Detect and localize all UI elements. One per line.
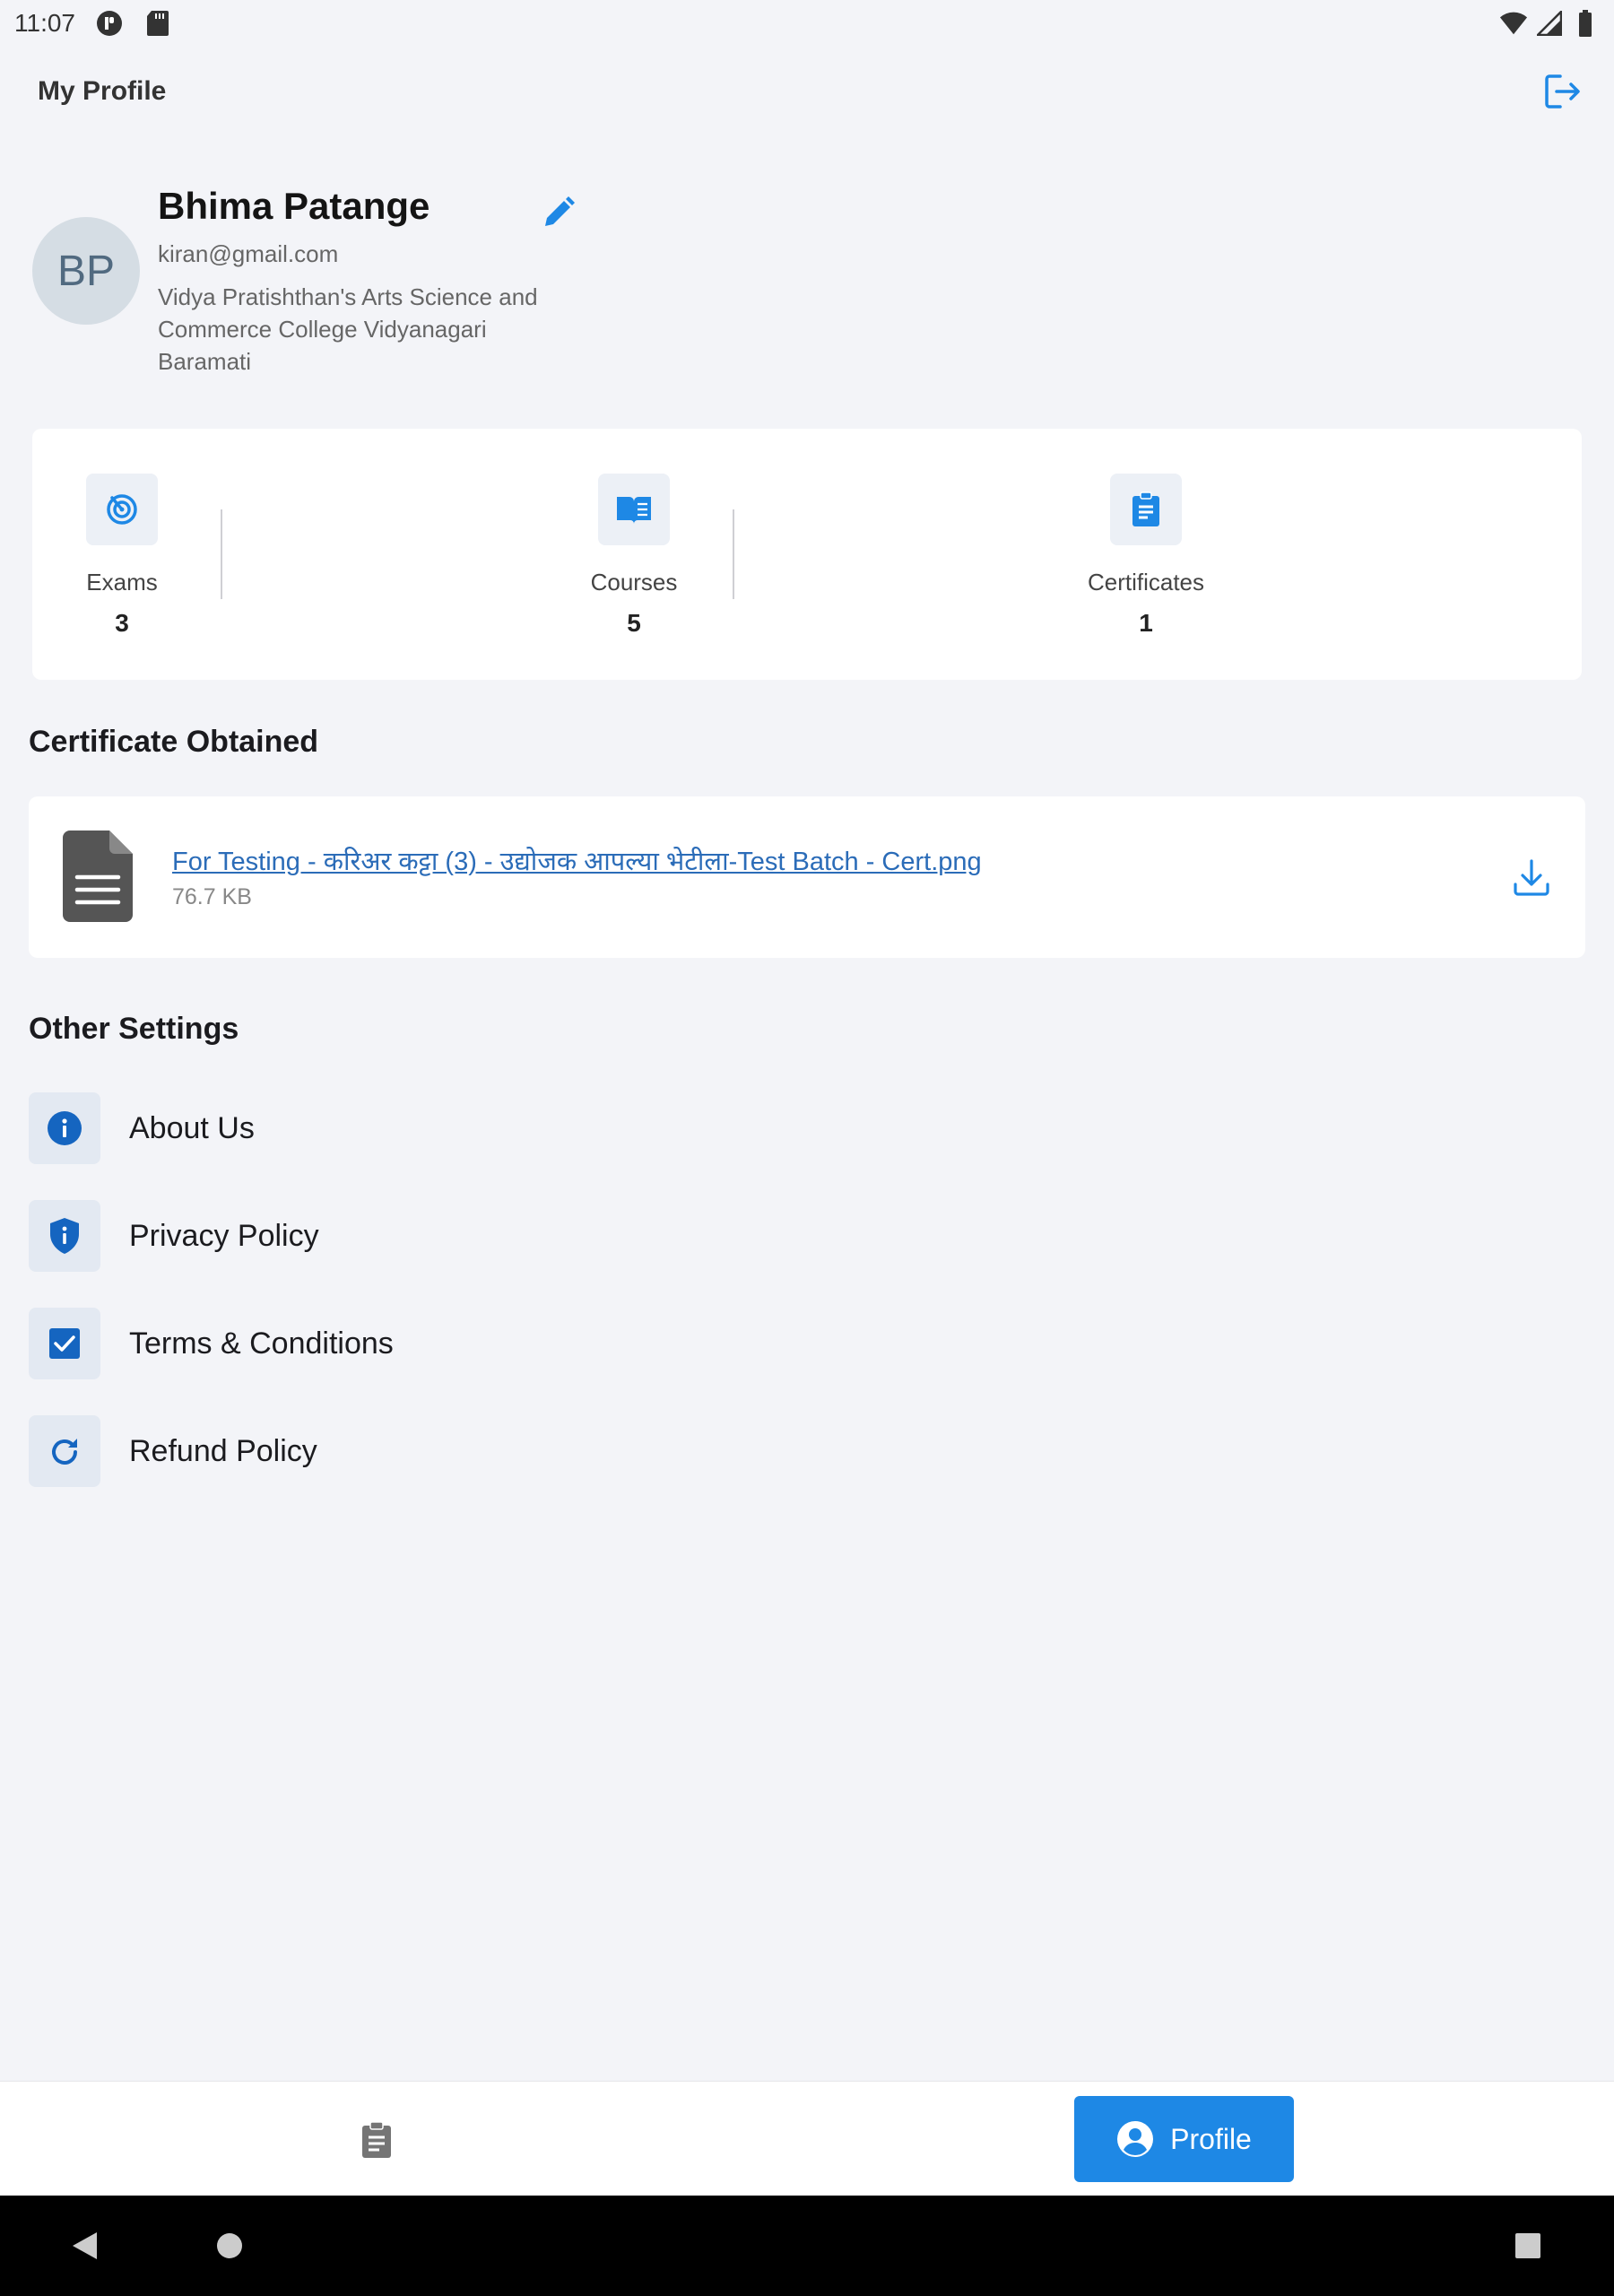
certificate-file-size: 76.7 KB	[172, 884, 252, 909]
app-header: My Profile	[0, 65, 1614, 118]
info-icon	[29, 1092, 100, 1164]
profile-info: Bhima Patange kiran@gmail.com Vidya Prat…	[158, 179, 570, 378]
settings-item-refund-policy[interactable]: Refund Policy	[29, 1415, 746, 1487]
checkbox-icon	[29, 1308, 100, 1379]
certificate-card: For Testing - करिअर कट्टा (3) - उद्योजक …	[29, 796, 1585, 958]
battery-icon	[1571, 9, 1600, 38]
recents-square-icon	[1515, 2233, 1540, 2258]
status-bar: 11:07	[0, 0, 1614, 47]
system-navigation-bar	[0, 2196, 1614, 2296]
profile-name: Bhima Patange	[158, 185, 430, 227]
app-notification-icon	[95, 9, 124, 38]
nav-item-exams[interactable]	[332, 2109, 421, 2171]
certificate-file-link[interactable]: For Testing - करिअर कट्टा (3) - उद्योजक …	[172, 843, 982, 878]
certificates-section-title: Certificate Obtained	[29, 725, 319, 759]
divider	[221, 509, 222, 599]
shield-icon	[29, 1200, 100, 1272]
stat-exams[interactable]: Exams 3	[32, 474, 212, 638]
stat-label: Certificates	[1087, 569, 1205, 596]
stat-certificates[interactable]: Certificates 1	[1056, 474, 1236, 638]
logout-icon	[1545, 74, 1580, 109]
home-circle-icon	[217, 2233, 242, 2258]
sd-card-icon	[143, 9, 172, 38]
stat-courses[interactable]: Courses 5	[544, 474, 724, 638]
target-icon	[86, 474, 158, 545]
settings-item-label: Terms & Conditions	[129, 1326, 394, 1361]
download-button[interactable]	[1505, 850, 1558, 904]
bottom-navigation: Profile	[0, 2081, 1614, 2196]
stat-value: 1	[1139, 609, 1153, 637]
settings-item-label: Privacy Policy	[129, 1218, 319, 1253]
profile-college: Vidya Pratishthan's Arts Science and Com…	[158, 283, 538, 375]
profile-section: BP Bhima Patange kiran@gmail.com Vidya P…	[32, 179, 575, 386]
settings-item-terms-conditions[interactable]: Terms & Conditions	[29, 1308, 746, 1379]
wifi-icon	[1499, 9, 1528, 38]
back-triangle-icon	[73, 2232, 97, 2259]
stats-card: Exams 3 Courses 5 Certificates 1	[32, 429, 1582, 680]
settings-section-title: Other Settings	[29, 1012, 239, 1046]
page-title: My Profile	[38, 76, 167, 106]
back-button[interactable]	[59, 2221, 109, 2271]
download-icon	[1514, 859, 1549, 896]
edit-profile-button[interactable]	[534, 188, 583, 237]
pencil-icon	[545, 196, 575, 226]
account-circle-icon	[1117, 2121, 1154, 2157]
book-icon	[598, 474, 670, 545]
avatar: BP	[32, 217, 140, 325]
stat-value: 3	[115, 609, 129, 637]
stat-label: Courses	[590, 569, 678, 596]
signal-icon	[1535, 9, 1564, 38]
settings-item-about-us[interactable]: About Us	[29, 1092, 746, 1164]
status-time: 11:07	[14, 9, 75, 37]
home-button[interactable]	[204, 2221, 255, 2271]
nav-item-profile[interactable]: Profile	[1074, 2096, 1294, 2182]
nav-profile-label: Profile	[1170, 2122, 1252, 2155]
stat-value: 5	[627, 609, 641, 637]
stat-label: Exams	[86, 569, 158, 596]
clipboard-icon	[1110, 474, 1182, 545]
clipboard-icon	[362, 2121, 391, 2158]
settings-item-label: Refund Policy	[129, 1433, 317, 1468]
profile-email: kiran@gmail.com	[158, 240, 339, 267]
document-file-icon	[63, 831, 133, 922]
recents-button[interactable]	[1503, 2221, 1553, 2271]
divider	[733, 509, 734, 599]
settings-item-label: About Us	[129, 1110, 255, 1145]
settings-item-privacy-policy[interactable]: Privacy Policy	[29, 1200, 746, 1272]
logout-button[interactable]	[1537, 66, 1587, 117]
refresh-icon	[29, 1415, 100, 1487]
